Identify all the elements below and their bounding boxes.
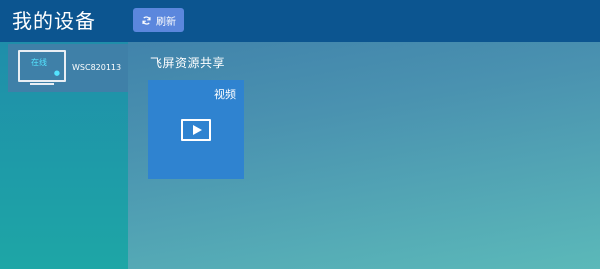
device-item-wsc820113[interactable]: 在线 ● WSC820113	[8, 44, 128, 92]
online-dot-icon: ●	[53, 69, 60, 77]
refresh-icon	[142, 15, 151, 25]
section-title: 飞屏资源共享	[150, 56, 226, 70]
tile-label: 视频	[214, 88, 236, 101]
device-name: WSC820113	[72, 63, 122, 72]
video-tile[interactable]: 视频	[148, 80, 244, 179]
app-header: 我的设备 刷新	[0, 0, 600, 42]
device-status: 在线	[31, 58, 47, 67]
page-title: 我的设备	[12, 9, 96, 33]
refresh-button[interactable]: 刷新	[133, 8, 184, 32]
monitor-stand	[30, 83, 54, 85]
monitor-icon: 在线 ●	[18, 50, 66, 82]
play-video-icon	[181, 119, 211, 141]
refresh-label: 刷新	[156, 16, 176, 28]
